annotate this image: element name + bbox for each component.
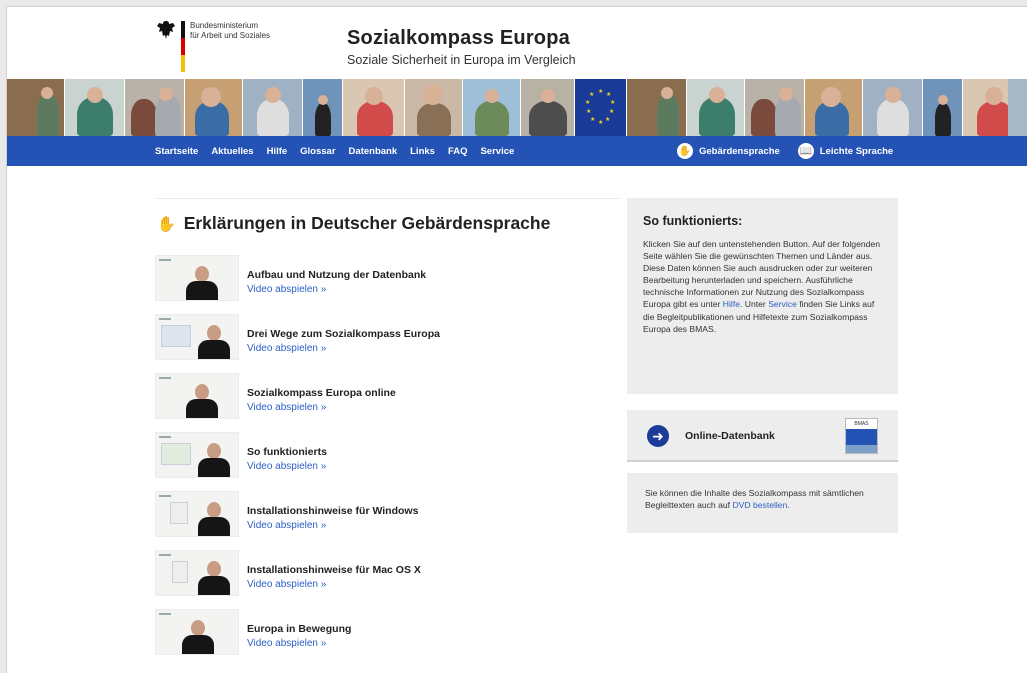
nav-item-gebaerdensprache[interactable]: ✋ Gebärdensprache xyxy=(677,143,780,174)
page: Bundesministerium für Arbeit und Soziale… xyxy=(6,6,1027,673)
ministry-logo[interactable]: Bundesministerium für Arbeit und Soziale… xyxy=(155,19,295,77)
page-title: Erklärungen in Deutscher Gebärdensprache xyxy=(183,213,551,233)
video-title[interactable]: Installationshinweise für Windows xyxy=(247,505,418,517)
video-title[interactable]: Sozialkompass Europa online xyxy=(247,387,396,399)
video-item: Sozialkompass Europa online Video abspie… xyxy=(155,373,615,423)
active-indicator xyxy=(727,169,739,174)
photo-man-laptop xyxy=(463,79,521,136)
photo-child-2 xyxy=(805,79,863,136)
video-item: Installationshinweise für Mac OS X Video… xyxy=(155,550,615,600)
hand-sign-icon: ✋ xyxy=(677,143,693,159)
video-item: Aufbau und Nutzung der Datenbank Video a… xyxy=(155,255,615,305)
dvd-order-box: Sie können die Inhalte des Sozialkompass… xyxy=(627,473,898,533)
nav-item-links[interactable]: Links xyxy=(410,146,435,157)
ministry-name: Bundesministerium für Arbeit und Soziale… xyxy=(190,21,271,40)
photo-girl-2 xyxy=(963,79,1008,136)
how-it-works-title: So funktionierts: xyxy=(643,214,743,228)
video-play-link[interactable]: Video abspielen » xyxy=(247,638,326,649)
nav-accessibility: ✋ Gebärdensprache 📖 Leichte Sprache xyxy=(677,136,894,174)
video-thumbnail[interactable] xyxy=(155,491,239,537)
photo-old-man xyxy=(405,79,463,136)
photo-child xyxy=(185,79,243,136)
video-thumbnail[interactable] xyxy=(155,432,239,478)
video-thumbnail[interactable] xyxy=(155,609,239,655)
photo-woman-headscarf xyxy=(65,79,125,136)
nav-item-startseite[interactable]: Startseite xyxy=(155,146,198,157)
nav-menu: Startseite Aktuelles Hilfe Glossar Daten… xyxy=(155,136,514,166)
dvd-order-link[interactable]: DVD bestellen xyxy=(732,500,787,510)
sign-language-icon: ✋ xyxy=(157,215,176,233)
easy-language-icon: 📖 xyxy=(797,143,814,159)
how-it-works-text: Klicken Sie auf den untenstehenden Butto… xyxy=(643,239,880,334)
photo-couple xyxy=(125,79,185,136)
arrow-right-icon: ➜ xyxy=(647,425,669,447)
eu-flag-icon: ★ ★ ★ ★ ★ ★ ★ ★ ★ ★ xyxy=(575,79,627,136)
photo-flag-man-2 xyxy=(923,79,963,136)
video-title[interactable]: Europa in Bewegung xyxy=(247,623,351,635)
german-flag-bar xyxy=(181,21,185,73)
video-item: Installationshinweise für Windows Video … xyxy=(155,491,615,541)
photo-bookshelf-2 xyxy=(627,79,687,136)
online-database-button[interactable]: ➜ Online-Datenbank BMAS xyxy=(627,410,898,462)
video-item: Drei Wege zum Sozialkompass Europa Video… xyxy=(155,314,615,364)
video-play-link[interactable]: Video abspielen » xyxy=(247,520,326,531)
federal-eagle-icon xyxy=(157,21,175,39)
video-item: So funktionierts Video abspielen » xyxy=(155,432,615,482)
video-title[interactable]: Aufbau und Nutzung der Datenbank xyxy=(247,269,426,281)
nav-gebaerdensprache-label: Gebärdensprache xyxy=(699,145,780,157)
video-title[interactable]: Drei Wege zum Sozialkompass Europa xyxy=(247,328,440,340)
dvd-cover-icon: BMAS xyxy=(845,418,878,454)
online-database-label: Online-Datenbank xyxy=(685,430,775,442)
nav-item-aktuelles[interactable]: Aktuelles xyxy=(211,146,253,157)
site-subtitle: Soziale Sicherheit in Europa im Vergleic… xyxy=(347,53,576,67)
photo-elder-couple xyxy=(521,79,575,136)
nav-item-service[interactable]: Service xyxy=(480,146,514,157)
content-divider xyxy=(155,198,620,199)
video-item: Europa in Bewegung Video abspielen » xyxy=(155,609,615,659)
photo-woman-headscarf-2 xyxy=(687,79,745,136)
photo-bookshelf xyxy=(7,79,65,136)
video-play-link[interactable]: Video abspielen » xyxy=(247,461,326,472)
video-play-link[interactable]: Video abspielen » xyxy=(247,284,326,295)
photo-couple-2 xyxy=(745,79,805,136)
nav-item-leichte-sprache[interactable]: 📖 Leichte Sprache xyxy=(797,143,894,159)
nav-item-hilfe[interactable]: Hilfe xyxy=(267,146,288,157)
video-thumbnail[interactable] xyxy=(155,550,239,596)
video-play-link[interactable]: Video abspielen » xyxy=(247,343,326,354)
video-thumbnail[interactable] xyxy=(155,314,239,360)
help-link[interactable]: Hilfe xyxy=(723,299,740,309)
video-thumbnail[interactable] xyxy=(155,373,239,419)
header-photo-strip: ★ ★ ★ ★ ★ ★ ★ ★ ★ ★ xyxy=(7,79,1027,136)
video-title[interactable]: Installationshinweise für Mac OS X xyxy=(247,564,421,576)
nav-item-glossar[interactable]: Glossar xyxy=(300,146,335,157)
video-play-link[interactable]: Video abspielen » xyxy=(247,402,326,413)
main-navigation: Startseite Aktuelles Hilfe Glossar Daten… xyxy=(7,136,1027,174)
nav-item-datenbank[interactable]: Datenbank xyxy=(349,146,398,157)
how-it-works-box: So funktionierts: Klicken Sie auf den un… xyxy=(627,198,898,394)
photo-elderly-woman xyxy=(243,79,303,136)
site-title[interactable]: Sozialkompass Europa xyxy=(347,27,570,50)
service-link[interactable]: Service xyxy=(768,299,797,309)
page-heading: ✋ Erklärungen in Deutscher Gebärdensprac… xyxy=(157,213,550,234)
photo-girl xyxy=(343,79,405,136)
photo-flag-man xyxy=(303,79,343,136)
video-thumbnail[interactable] xyxy=(155,255,239,301)
video-play-link[interactable]: Video abspielen » xyxy=(247,579,326,590)
nav-item-faq[interactable]: FAQ xyxy=(448,146,468,157)
photo-elderly-woman-2 xyxy=(863,79,923,136)
nav-leichte-sprache-label: Leichte Sprache xyxy=(819,145,894,157)
video-title[interactable]: So funktionierts xyxy=(247,446,327,458)
